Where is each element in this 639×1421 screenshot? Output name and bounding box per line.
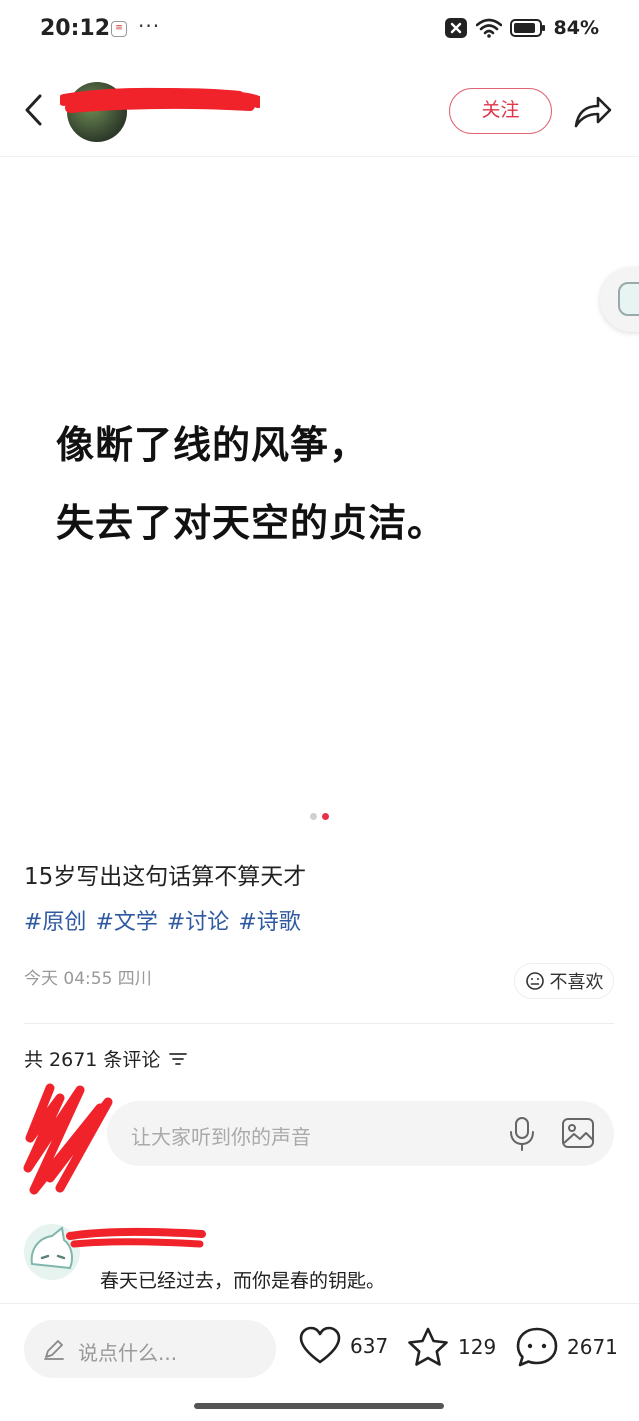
battery-percentage: 84% [553, 17, 599, 39]
post-title: 15岁写出这句话算不算天才 [24, 864, 307, 890]
star-icon [408, 1327, 448, 1366]
dislike-button[interactable]: 不喜欢 [514, 963, 614, 999]
comment-count: 共 2671 条评论 [24, 1045, 188, 1072]
tag-list: #原创 #文学 #讨论 #诗歌 [24, 904, 301, 936]
carousel-dot[interactable] [310, 813, 317, 820]
favorite-button[interactable]: 129 [406, 1326, 496, 1368]
redacted-author-name [60, 87, 260, 113]
say-something-placeholder: 说点什么... [78, 1341, 178, 1365]
dislike-label: 不喜欢 [549, 972, 604, 993]
sad-face-icon [525, 972, 544, 990]
follow-button[interactable]: 关注 [449, 88, 552, 134]
like-count: 637 [350, 1334, 389, 1358]
say-something-input[interactable]: 说点什么... [24, 1320, 276, 1378]
image-icon[interactable] [561, 1117, 595, 1149]
comment-button[interactable]: 2671 [515, 1326, 618, 1368]
tag-link[interactable]: #文学 [95, 904, 157, 936]
image-text-line-1: 像断了线的风筝， [56, 422, 369, 467]
share-icon[interactable] [572, 92, 612, 130]
tag-link[interactable]: #原创 [24, 904, 86, 936]
comment-bubble-icon [516, 1327, 558, 1367]
comment-input[interactable]: 让大家听到你的声音 [107, 1101, 614, 1166]
assistant-icon [618, 282, 639, 316]
comment-count-label: 共 2671 条评论 [24, 1049, 161, 1071]
no-sim-icon [444, 18, 467, 38]
carousel-dot-active[interactable] [322, 813, 329, 820]
floating-assistant-button[interactable] [600, 268, 639, 332]
post-meta: 今天 04:55 四川 [24, 969, 152, 989]
sort-icon[interactable] [168, 1051, 188, 1067]
microphone-icon[interactable] [507, 1116, 537, 1152]
heart-icon [299, 1326, 341, 1364]
favorite-count: 129 [458, 1335, 497, 1359]
comment-text: 春天已经过去，而你是春的钥匙。 [100, 1270, 386, 1292]
back-arrow-icon[interactable] [20, 92, 50, 128]
status-indicators: 84% [444, 17, 599, 39]
status-more-dots: ··· [138, 14, 161, 38]
header-divider [0, 156, 639, 157]
like-button[interactable]: 637 [298, 1326, 388, 1366]
app-notification-icon: ≡ [111, 21, 127, 37]
image-text-line-2: 失去了对天空的贞洁。 [56, 500, 447, 545]
redacted-user-avatar [23, 1083, 113, 1195]
pencil-icon [44, 1340, 64, 1360]
battery-icon [509, 19, 545, 37]
comment-total: 2671 [567, 1335, 618, 1359]
redacted-commenter-name [66, 1228, 206, 1248]
section-divider [24, 1023, 614, 1024]
tag-link[interactable]: #讨论 [167, 904, 229, 936]
comment-input-placeholder: 让大家听到你的声音 [131, 1125, 311, 1149]
wifi-icon [475, 18, 502, 38]
tag-link[interactable]: #诗歌 [238, 904, 300, 936]
home-indicator[interactable] [194, 1403, 444, 1409]
status-time: 20:12 [40, 16, 111, 41]
